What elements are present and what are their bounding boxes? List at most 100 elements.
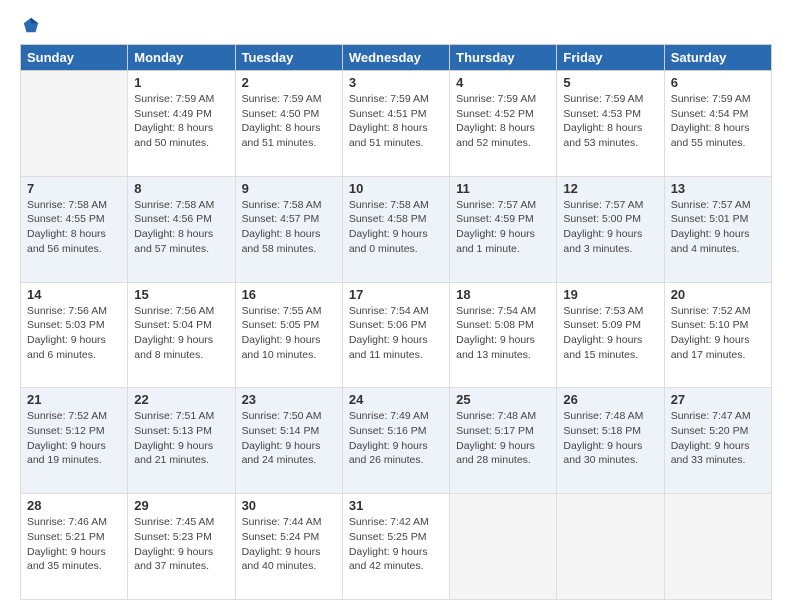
- calendar-header-row: SundayMondayTuesdayWednesdayThursdayFrid…: [21, 45, 772, 71]
- calendar-cell: 4 Sunrise: 7:59 AMSunset: 4:52 PMDaylight…: [450, 71, 557, 177]
- day-header-tuesday: Tuesday: [235, 45, 342, 71]
- cell-info: Sunrise: 7:45 AMSunset: 5:23 PMDaylight:…: [134, 515, 228, 574]
- calendar-cell: [664, 494, 771, 600]
- calendar-cell: 19 Sunrise: 7:53 AMSunset: 5:09 PMDayligh…: [557, 282, 664, 388]
- day-number: 3: [349, 75, 443, 90]
- calendar-cell: 25 Sunrise: 7:48 AMSunset: 5:17 PMDayligh…: [450, 388, 557, 494]
- day-number: 24: [349, 392, 443, 407]
- day-number: 4: [456, 75, 550, 90]
- cell-info: Sunrise: 7:49 AMSunset: 5:16 PMDaylight:…: [349, 409, 443, 468]
- day-number: 7: [27, 181, 121, 196]
- day-header-thursday: Thursday: [450, 45, 557, 71]
- day-number: 15: [134, 287, 228, 302]
- day-number: 16: [242, 287, 336, 302]
- calendar-week-2: 7 Sunrise: 7:58 AMSunset: 4:55 PMDaylight…: [21, 176, 772, 282]
- calendar-cell: 21 Sunrise: 7:52 AMSunset: 5:12 PMDayligh…: [21, 388, 128, 494]
- calendar-week-3: 14Sunrise: 7:56 AMSunset: 5:03 PMDayligh…: [21, 282, 772, 388]
- day-number: 29: [134, 498, 228, 513]
- calendar-cell: 17Sunrise: 7:54 AMSunset: 5:06 PMDayligh…: [342, 282, 449, 388]
- cell-info: Sunrise: 7:54 AMSunset: 5:08 PMDaylight:…: [456, 304, 550, 363]
- day-number: 20: [671, 287, 765, 302]
- cell-info: Sunrise: 7:57 AMSunset: 5:00 PMDaylight:…: [563, 198, 657, 257]
- calendar-table: SundayMondayTuesdayWednesdayThursdayFrid…: [20, 44, 772, 600]
- page: SundayMondayTuesdayWednesdayThursdayFrid…: [0, 0, 792, 612]
- calendar-cell: 6 Sunrise: 7:59 AMSunset: 4:54 PMDaylight…: [664, 71, 771, 177]
- calendar-cell: 1 Sunrise: 7:59 AMSunset: 4:49 PMDaylight…: [128, 71, 235, 177]
- calendar-cell: 20 Sunrise: 7:52 AMSunset: 5:10 PMDayligh…: [664, 282, 771, 388]
- day-number: 11: [456, 181, 550, 196]
- day-number: 19: [563, 287, 657, 302]
- day-number: 12: [563, 181, 657, 196]
- day-number: 1: [134, 75, 228, 90]
- cell-info: Sunrise: 7:59 AMSunset: 4:52 PMDaylight:…: [456, 92, 550, 151]
- calendar-cell: 29 Sunrise: 7:45 AMSunset: 5:23 PMDayligh…: [128, 494, 235, 600]
- header: [20, 16, 772, 34]
- cell-info: Sunrise: 7:44 AMSunset: 5:24 PMDaylight:…: [242, 515, 336, 574]
- calendar-cell: 10 Sunrise: 7:58 AMSunset: 4:58 PMDayligh…: [342, 176, 449, 282]
- day-number: 10: [349, 181, 443, 196]
- day-number: 30: [242, 498, 336, 513]
- day-header-sunday: Sunday: [21, 45, 128, 71]
- cell-info: Sunrise: 7:57 AMSunset: 4:59 PMDaylight:…: [456, 198, 550, 257]
- calendar-cell: 16 Sunrise: 7:55 AMSunset: 5:05 PMDayligh…: [235, 282, 342, 388]
- day-number: 17: [349, 287, 443, 302]
- cell-info: Sunrise: 7:55 AMSunset: 5:05 PMDaylight:…: [242, 304, 336, 363]
- day-number: 31: [349, 498, 443, 513]
- cell-info: Sunrise: 7:56 AMSunset: 5:04 PMDaylight:…: [134, 304, 228, 363]
- day-number: 28: [27, 498, 121, 513]
- calendar-cell: 23 Sunrise: 7:50 AMSunset: 5:14 PMDayligh…: [235, 388, 342, 494]
- day-number: 5: [563, 75, 657, 90]
- cell-info: Sunrise: 7:52 AMSunset: 5:10 PMDaylight:…: [671, 304, 765, 363]
- cell-info: Sunrise: 7:42 AMSunset: 5:25 PMDaylight:…: [349, 515, 443, 574]
- day-number: 2: [242, 75, 336, 90]
- calendar-cell: 26Sunrise: 7:48 AMSunset: 5:18 PMDayligh…: [557, 388, 664, 494]
- cell-info: Sunrise: 7:58 AMSunset: 4:56 PMDaylight:…: [134, 198, 228, 257]
- calendar-cell: [21, 71, 128, 177]
- calendar-cell: 31 Sunrise: 7:42 AMSunset: 5:25 PMDayligh…: [342, 494, 449, 600]
- cell-info: Sunrise: 7:57 AMSunset: 5:01 PMDaylight:…: [671, 198, 765, 257]
- day-number: 27: [671, 392, 765, 407]
- day-header-friday: Friday: [557, 45, 664, 71]
- calendar-cell: 7 Sunrise: 7:58 AMSunset: 4:55 PMDaylight…: [21, 176, 128, 282]
- day-header-monday: Monday: [128, 45, 235, 71]
- calendar-cell: 13 Sunrise: 7:57 AMSunset: 5:01 PMDayligh…: [664, 176, 771, 282]
- calendar-cell: 28Sunrise: 7:46 AMSunset: 5:21 PMDayligh…: [21, 494, 128, 600]
- day-number: 25: [456, 392, 550, 407]
- calendar-cell: 22Sunrise: 7:51 AMSunset: 5:13 PMDayligh…: [128, 388, 235, 494]
- day-number: 26: [563, 392, 657, 407]
- cell-info: Sunrise: 7:58 AMSunset: 4:55 PMDaylight:…: [27, 198, 121, 257]
- calendar-week-4: 21 Sunrise: 7:52 AMSunset: 5:12 PMDayligh…: [21, 388, 772, 494]
- cell-info: Sunrise: 7:50 AMSunset: 5:14 PMDaylight:…: [242, 409, 336, 468]
- day-header-wednesday: Wednesday: [342, 45, 449, 71]
- day-number: 9: [242, 181, 336, 196]
- calendar-cell: 12 Sunrise: 7:57 AMSunset: 5:00 PMDayligh…: [557, 176, 664, 282]
- calendar-cell: [557, 494, 664, 600]
- cell-info: Sunrise: 7:59 AMSunset: 4:49 PMDaylight:…: [134, 92, 228, 151]
- day-number: 13: [671, 181, 765, 196]
- calendar-week-5: 28Sunrise: 7:46 AMSunset: 5:21 PMDayligh…: [21, 494, 772, 600]
- day-number: 8: [134, 181, 228, 196]
- calendar-week-1: 1 Sunrise: 7:59 AMSunset: 4:49 PMDaylight…: [21, 71, 772, 177]
- calendar-cell: 9 Sunrise: 7:58 AMSunset: 4:57 PMDaylight…: [235, 176, 342, 282]
- cell-info: Sunrise: 7:59 AMSunset: 4:51 PMDaylight:…: [349, 92, 443, 151]
- cell-info: Sunrise: 7:59 AMSunset: 4:53 PMDaylight:…: [563, 92, 657, 151]
- cell-info: Sunrise: 7:48 AMSunset: 5:17 PMDaylight:…: [456, 409, 550, 468]
- calendar-cell: 11 Sunrise: 7:57 AMSunset: 4:59 PMDayligh…: [450, 176, 557, 282]
- cell-info: Sunrise: 7:58 AMSunset: 4:58 PMDaylight:…: [349, 198, 443, 257]
- cell-info: Sunrise: 7:58 AMSunset: 4:57 PMDaylight:…: [242, 198, 336, 257]
- cell-info: Sunrise: 7:47 AMSunset: 5:20 PMDaylight:…: [671, 409, 765, 468]
- day-number: 14: [27, 287, 121, 302]
- day-number: 6: [671, 75, 765, 90]
- cell-info: Sunrise: 7:51 AMSunset: 5:13 PMDaylight:…: [134, 409, 228, 468]
- logo: [20, 16, 40, 34]
- day-number: 18: [456, 287, 550, 302]
- cell-info: Sunrise: 7:52 AMSunset: 5:12 PMDaylight:…: [27, 409, 121, 468]
- day-number: 23: [242, 392, 336, 407]
- cell-info: Sunrise: 7:53 AMSunset: 5:09 PMDaylight:…: [563, 304, 657, 363]
- calendar-cell: 24 Sunrise: 7:49 AMSunset: 5:16 PMDayligh…: [342, 388, 449, 494]
- calendar-cell: 27 Sunrise: 7:47 AMSunset: 5:20 PMDayligh…: [664, 388, 771, 494]
- day-header-saturday: Saturday: [664, 45, 771, 71]
- calendar-cell: 15 Sunrise: 7:56 AMSunset: 5:04 PMDayligh…: [128, 282, 235, 388]
- day-number: 21: [27, 392, 121, 407]
- cell-info: Sunrise: 7:59 AMSunset: 4:54 PMDaylight:…: [671, 92, 765, 151]
